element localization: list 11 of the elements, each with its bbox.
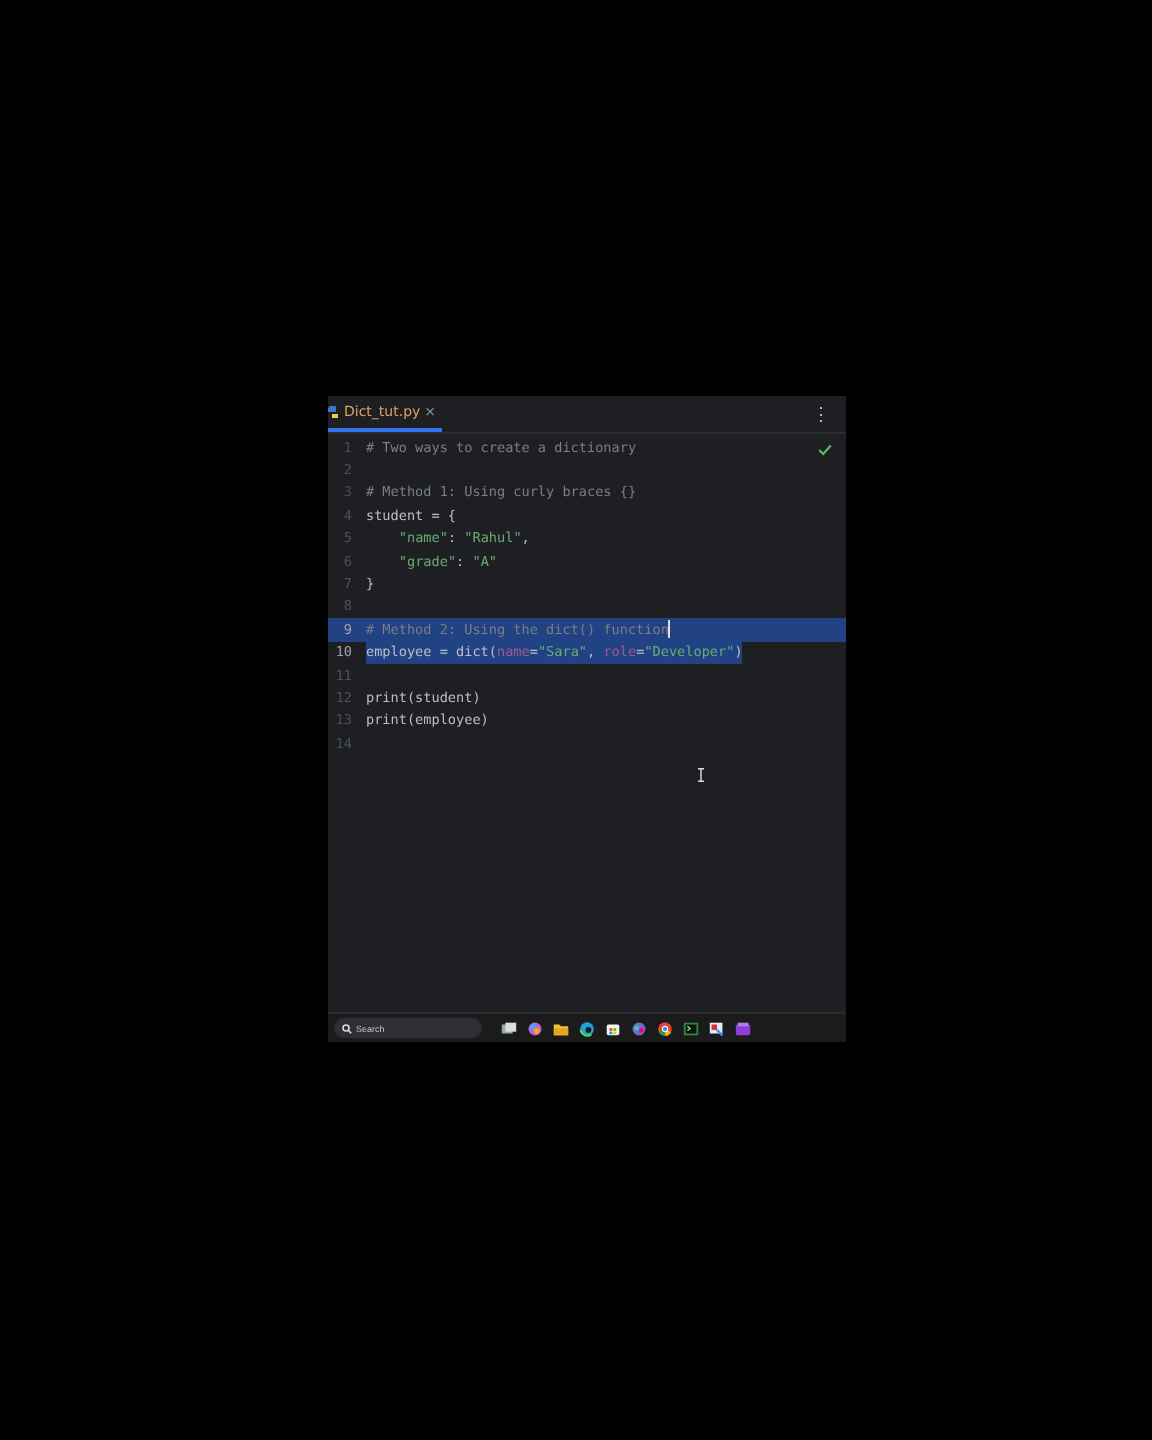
- paint-icon[interactable]: [708, 1019, 726, 1037]
- more-menu-button[interactable]: ⋮: [812, 404, 830, 424]
- folder-icon[interactable]: [552, 1019, 570, 1037]
- python-file-icon: [328, 405, 340, 419]
- media-icon[interactable]: [734, 1019, 752, 1037]
- task-view-icon[interactable]: [500, 1019, 518, 1037]
- check-icon: [818, 444, 832, 456]
- chat-icon[interactable]: [630, 1019, 648, 1037]
- text-cursor-icon: [698, 768, 704, 782]
- store-icon[interactable]: [604, 1019, 622, 1037]
- terminal-icon[interactable]: [682, 1019, 700, 1037]
